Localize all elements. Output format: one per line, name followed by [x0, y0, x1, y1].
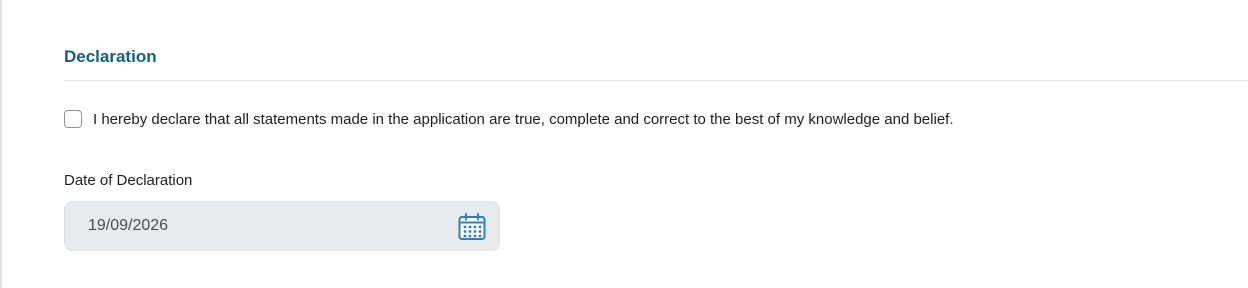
- declaration-checkbox[interactable]: [64, 110, 82, 128]
- declaration-checkbox-row[interactable]: I hereby declare that all statements mad…: [64, 110, 954, 128]
- section-divider: [64, 80, 1248, 81]
- section-title: Declaration: [64, 47, 157, 66]
- date-of-declaration-field[interactable]: [64, 201, 500, 251]
- declaration-text: I hereby declare that all statements mad…: [93, 110, 954, 128]
- date-of-declaration-input[interactable]: [88, 217, 388, 235]
- date-of-declaration-label: Date of Declaration: [64, 172, 193, 189]
- calendar-icon[interactable]: [457, 212, 487, 242]
- declaration-form: Declaration I hereby declare that all st…: [0, 0, 1248, 288]
